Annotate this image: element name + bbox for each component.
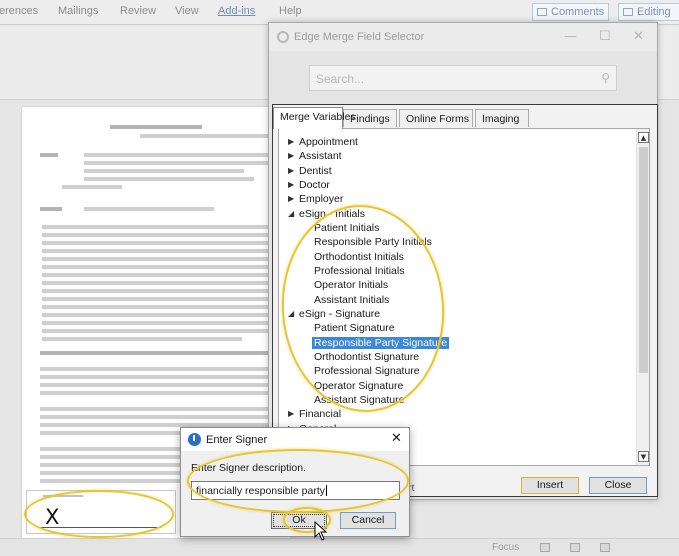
insert-button[interactable]: Insert (521, 477, 579, 494)
selector-titlebar[interactable]: Edge Merge Field Selector — ☐ ✕ (269, 23, 657, 51)
signature-block[interactable]: X (26, 490, 176, 534)
tree-node-employer[interactable]: ▶ Employer (288, 192, 343, 206)
scroll-thumb[interactable] (639, 147, 648, 373)
signer-description-value: financially responsible party (196, 485, 325, 497)
expand-arrow-icon[interactable]: ▶ (288, 192, 294, 206)
maximize-icon[interactable]: ☐ (599, 29, 611, 44)
merge-variable-tree: ▶ Appointment ▶ Assistant ▶ Dentist ▶ Doctor… (278, 128, 650, 466)
tab-help[interactable]: Help (279, 5, 302, 17)
tree-node-appointment[interactable]: ▶ Appointment (288, 135, 358, 149)
tree-leaf-asst-initials[interactable]: Assistant Initials (314, 293, 389, 307)
status-bar: Focus (0, 538, 679, 556)
tree-leaf-patient-signature[interactable]: Patient Signature (314, 321, 395, 335)
close-button[interactable]: Close (589, 477, 647, 494)
tab-imaging[interactable]: Imaging (475, 109, 529, 127)
tab-online-forms[interactable]: Online Forms (399, 109, 473, 127)
tree-leaf-rp-signature[interactable]: Responsible Party Signature (312, 336, 450, 350)
tree-node-esign-initials[interactable]: ◢ eSign - Initials (288, 207, 365, 221)
tree-node-dentist[interactable]: ▶ Dentist (288, 164, 332, 178)
edge-app-icon (277, 31, 289, 43)
expand-arrow-icon[interactable]: ▶ (288, 178, 294, 192)
text-caret (325, 485, 327, 496)
tab-add-ins[interactable]: Add-ins (218, 5, 255, 17)
editing-label: Editing (637, 6, 671, 18)
editing-button[interactable]: Editing (618, 3, 679, 21)
tree-leaf-op-initials[interactable]: Operator Initials (314, 278, 388, 292)
collapse-arrow-icon[interactable]: ◢ (288, 207, 294, 221)
selector-title: Edge Merge Field Selector (294, 31, 425, 43)
web-layout-icon[interactable] (600, 543, 610, 552)
ok-button[interactable]: Ok (271, 512, 327, 529)
search-placeholder: Search... (316, 72, 365, 86)
scroll-up-icon[interactable]: ▲ (638, 132, 649, 143)
enter-signer-dialog: Enter Signer ✕ Enter Signer description.… (180, 427, 410, 537)
tab-view[interactable]: View (175, 5, 199, 17)
read-mode-icon[interactable] (540, 543, 550, 552)
signature-line (41, 527, 161, 528)
expand-arrow-icon[interactable]: ▶ (288, 149, 294, 163)
collapse-arrow-icon[interactable]: ◢ (288, 307, 294, 321)
tree-node-esign-signature[interactable]: ◢ eSign - Signature (288, 307, 380, 321)
close-icon[interactable]: ✕ (633, 29, 644, 44)
tab-mailings[interactable]: Mailings (58, 5, 98, 17)
tree-node-assistant[interactable]: ▶ Assistant (288, 149, 342, 163)
expand-arrow-icon[interactable]: ▶ (288, 135, 294, 149)
tree-leaf-prof-initials[interactable]: Professional Initials (314, 264, 404, 278)
tree-scrollbar[interactable]: ▲ ▼ (636, 129, 649, 465)
search-icon[interactable]: ⚲ (601, 71, 610, 85)
pencil-icon (623, 8, 633, 16)
expand-arrow-icon[interactable]: ▶ (288, 407, 294, 421)
tree-leaf-patient-initials[interactable]: Patient Initials (314, 221, 379, 235)
tree-leaf-asst-signature[interactable]: Assistant Signature (314, 393, 404, 407)
tree-leaf-rp-initials[interactable]: Responsible Party Initials (314, 235, 432, 249)
comments-button[interactable]: Comments (532, 3, 610, 21)
tab-references[interactable]: erences (0, 5, 38, 17)
signer-description-input[interactable]: financially responsible party (191, 481, 400, 500)
print-layout-icon[interactable] (570, 543, 580, 552)
search-input[interactable]: Search... ⚲ (309, 65, 617, 91)
power-icon (188, 433, 201, 446)
scroll-down-icon[interactable]: ▼ (638, 451, 649, 462)
focus-mode-label[interactable]: Focus (492, 542, 519, 553)
expand-arrow-icon[interactable]: ▶ (288, 164, 294, 178)
signature-caption (43, 495, 83, 497)
minimize-icon[interactable]: — (564, 29, 577, 44)
cancel-button[interactable]: Cancel (340, 512, 396, 529)
tree-leaf-ortho-initials[interactable]: Orthodontist Initials (314, 250, 404, 264)
tab-review[interactable]: Review (120, 5, 156, 17)
tree-node-financial[interactable]: ▶ Financial (288, 407, 341, 421)
close-icon[interactable]: ✕ (391, 431, 402, 446)
tree-node-doctor[interactable]: ▶ Doctor (288, 178, 330, 192)
comments-label: Comments (551, 6, 605, 18)
tree-leaf-op-signature[interactable]: Operator Signature (314, 379, 403, 393)
tree-leaf-prof-signature[interactable]: Professional Signature (314, 364, 420, 378)
comment-icon (537, 8, 547, 16)
signer-title: Enter Signer (206, 434, 268, 446)
tree-leaf-ortho-signature[interactable]: Orthodontist Signature (314, 350, 419, 364)
tab-merge-variables[interactable]: Merge Variables (273, 107, 356, 129)
signer-titlebar[interactable]: Enter Signer ✕ (181, 428, 409, 451)
signature-mark: X (45, 505, 60, 529)
signer-prompt: Enter Signer description. (191, 462, 306, 474)
